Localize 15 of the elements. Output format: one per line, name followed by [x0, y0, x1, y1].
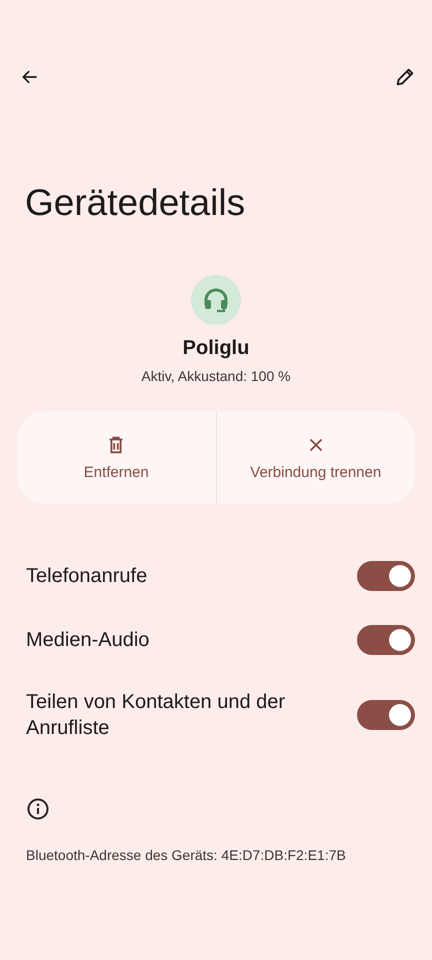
- setting-label: Telefonanrufe: [26, 564, 148, 589]
- toggle-switch[interactable]: [357, 700, 415, 730]
- headset-icon: [191, 275, 241, 325]
- action-button[interactable]: Entfernen: [17, 411, 216, 504]
- bluetooth-address: Bluetooth-Adresse des Geräts: 4E:D7:DB:F2:E1:7B: [26, 847, 347, 863]
- toggle-switch[interactable]: [357, 625, 415, 655]
- toggle-switch[interactable]: [357, 561, 415, 591]
- edit-icon[interactable]: [394, 66, 416, 88]
- action-button[interactable]: Verbindung trennen: [216, 411, 415, 504]
- device-name: Poliglu: [182, 337, 250, 360]
- setting-label: Teilen von Kontakten und der Anrufliste: [26, 690, 286, 741]
- setting-label: Medien-Audio: [26, 628, 150, 653]
- device-status: Aktiv, Akkustand: 100 %: [141, 368, 291, 384]
- info-icon: [26, 797, 50, 821]
- page-title: Gerätedetails: [25, 181, 246, 225]
